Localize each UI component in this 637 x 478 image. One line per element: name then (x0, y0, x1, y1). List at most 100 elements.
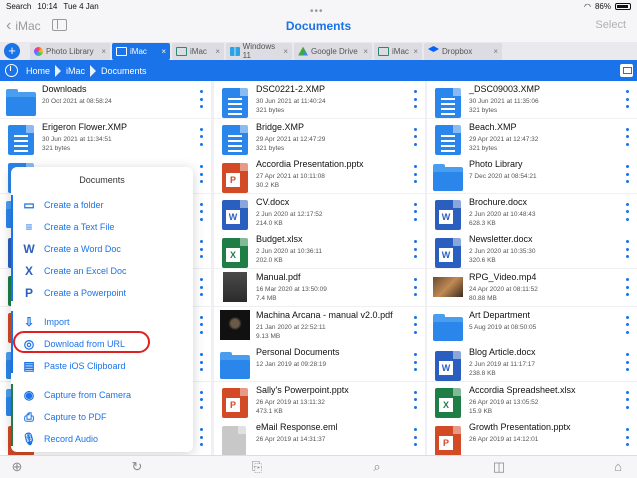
home-icon[interactable]: ⌂ (611, 460, 625, 474)
tab-5[interactable]: iMac × (374, 42, 422, 60)
menu-item-create-an-excel-doc[interactable]: X Create an Excel Doc (21, 262, 127, 280)
file-item[interactable]: Beach.XMP 29 Apr 2021 at 12:47:32 321 byte… (427, 118, 637, 156)
more-options-icon[interactable] (199, 127, 203, 146)
more-options-icon[interactable] (625, 127, 629, 146)
photos-icon (34, 46, 43, 56)
more-options-icon[interactable] (625, 202, 629, 221)
more-options-icon[interactable] (413, 127, 417, 146)
close-tab-icon[interactable]: × (161, 47, 166, 56)
close-tab-icon[interactable]: × (101, 47, 106, 56)
menu-item-create-a-folder[interactable]: ▭ Create a folder (21, 196, 103, 214)
file-size: 9.13 MB (256, 332, 281, 340)
file-item[interactable]: W Newsletter.docx 2 Jun 2020 at 10:35:30 32… (427, 231, 637, 269)
file-item[interactable]: P Accordia Presentation.pptx 27 Apr 2021 a… (214, 156, 425, 194)
menu-item-import[interactable]: ⇩ Import (21, 313, 70, 331)
more-options-icon[interactable] (199, 165, 203, 184)
more-options-icon[interactable] (413, 315, 417, 334)
search-icon[interactable]: ⌕ (370, 460, 384, 474)
menu-item-record-audio[interactable]: 🎙 Record Audio (21, 430, 98, 448)
bookmark-icon[interactable]: ⎘ (250, 460, 264, 474)
file-item[interactable]: W Blog Article.docx 2 Jun 2019 at 11:17:17… (427, 344, 637, 382)
more-options-icon[interactable] (625, 353, 629, 372)
breadcrumb-documents[interactable]: Documents (101, 66, 147, 76)
more-options-icon[interactable] (413, 90, 417, 108)
menu-item-capture-to-pdf[interactable]: ⎙ Capture to PDF (21, 408, 106, 426)
more-options-icon[interactable] (413, 202, 417, 221)
tab-1[interactable]: iMac × (112, 42, 170, 60)
file-item[interactable]: W CV.docx 2 Jun 2020 at 12:17:52 214.0 KB (214, 193, 425, 231)
file-item[interactable]: Manual.pdf 16 Mar 2020 at 13:50:09 7.4 MB (214, 269, 425, 306)
file-item[interactable]: Erigeron Flower.XMP 30 Jun 2021 at 11:34:… (0, 118, 211, 156)
more-options-icon[interactable] (413, 240, 417, 259)
more-options-icon[interactable] (199, 390, 203, 409)
sidebar-toggle-icon[interactable] (52, 19, 67, 31)
refresh-icon[interactable]: ↻ (130, 460, 144, 474)
breadcrumb-home[interactable]: Home (26, 66, 50, 76)
file-item[interactable]: X Budget.xlsx 2 Jun 2020 at 10:36:11 202.0 … (214, 231, 425, 269)
more-options-icon[interactable] (413, 353, 417, 372)
view-options-icon[interactable] (620, 64, 633, 77)
menu-item-create-a-powerpoint[interactable]: P Create a Powerpoint (21, 284, 126, 302)
breadcrumb-imac[interactable]: iMac (66, 66, 85, 76)
more-options-icon[interactable] (625, 428, 629, 447)
status-search[interactable]: Search (6, 2, 31, 11)
more-options-icon[interactable] (625, 390, 629, 409)
more-options-icon[interactable] (199, 428, 203, 447)
more-options-icon[interactable] (625, 278, 629, 296)
file-item[interactable]: _DSC09003.XMP 30 Jun 2021 at 11:35:06 321 … (427, 81, 637, 118)
menu-item-paste-ios-clipboard[interactable]: ▤ Paste iOS Clipboard (21, 357, 125, 375)
more-options-icon[interactable] (413, 278, 417, 296)
file-item[interactable]: Bridge.XMP 29 Apr 2021 at 12:47:29 321 byt… (214, 118, 425, 156)
more-options-icon[interactable] (199, 278, 203, 296)
add-tab-button[interactable]: + (4, 43, 20, 59)
menu-item-capture-from-camera[interactable]: ◉ Capture from Camera (21, 386, 131, 404)
split-view-icon[interactable]: ◫ (492, 460, 506, 474)
tab-3[interactable]: Windows 11 × (226, 42, 292, 60)
close-tab-icon[interactable]: × (215, 47, 220, 56)
file-item[interactable]: Photo Library 7 Dec 2020 at 08:54:21 (427, 156, 637, 194)
more-options-icon[interactable] (625, 165, 629, 184)
file-item[interactable]: Downloads 20 Oct 2021 at 08:58:24 (0, 81, 211, 118)
more-options-icon[interactable] (413, 428, 417, 447)
tab-2[interactable]: iMac × (172, 42, 224, 60)
close-tab-icon[interactable]: × (413, 47, 418, 56)
file-item[interactable]: P Growth Presentation.pptx 26 Apr 2019 at … (427, 419, 637, 457)
more-options-icon[interactable] (199, 202, 203, 221)
file-item[interactable]: Machina Arcana - manual v2.0.pdf 21 Jan 2… (214, 306, 425, 344)
close-tab-icon[interactable]: × (283, 47, 288, 56)
ppt-badge-icon: P (439, 435, 453, 450)
more-options-icon[interactable] (413, 165, 417, 184)
more-options-icon[interactable] (199, 90, 203, 108)
close-tab-icon[interactable]: × (493, 47, 498, 56)
more-options-icon[interactable] (199, 353, 203, 372)
more-options-icon[interactable] (199, 315, 203, 334)
menu-item-create-a-word-doc[interactable]: W Create a Word Doc (21, 240, 121, 258)
menu-item-create-a-text-file[interactable]: ≡ Create a Text File (21, 218, 114, 236)
tab-4[interactable]: Google Drive × (294, 42, 372, 60)
file-item[interactable]: Personal Documents 12 Jan 2019 at 09:28:1… (214, 344, 425, 382)
file-item[interactable]: eMail Response.eml 26 Apr 2019 at 14:31:3… (214, 419, 425, 457)
file-name: RPG_Video.mp4 (469, 272, 537, 282)
more-options-icon[interactable] (413, 390, 417, 409)
tab-0[interactable]: Photo Library × (30, 42, 110, 60)
multitasking-dots-icon[interactable]: ••• (310, 6, 324, 17)
select-button[interactable]: Select (595, 19, 626, 31)
more-options-icon[interactable] (625, 240, 629, 259)
file-item[interactable]: P Sally's Powerpoint.pptx 26 Apr 2019 at 1… (214, 381, 425, 419)
file-item[interactable]: W Brochure.docx 2 Jun 2020 at 10:48:43 628.… (427, 193, 637, 231)
close-tab-icon[interactable]: × (363, 47, 368, 56)
more-options-icon[interactable] (625, 90, 629, 108)
back-button[interactable]: ‹ iMac (6, 18, 41, 34)
add-icon[interactable]: ⊕ (10, 460, 24, 474)
history-icon[interactable] (5, 64, 18, 77)
more-options-icon[interactable] (625, 315, 629, 334)
file-date: 2 Jun 2020 at 10:35:30 (469, 248, 536, 256)
more-options-icon[interactable] (199, 240, 203, 259)
tab-6[interactable]: Dropbox × (424, 42, 502, 60)
file-item[interactable]: Art Department 5 Aug 2019 at 08:50:05 (427, 306, 637, 344)
file-item[interactable]: DSC0221-2.XMP 30 Jun 2021 at 11:40:24 321 … (214, 81, 425, 118)
breadcrumb: Home iMac Documents (0, 60, 637, 81)
file-item[interactable]: X Accordia Spreadsheet.xlsx 26 Apr 2019 at… (427, 381, 637, 419)
file-date: 2 Jun 2020 at 10:48:43 (469, 210, 536, 218)
file-item[interactable]: RPG_Video.mp4 24 Apr 2020 at 08:11:52 80.8… (427, 269, 637, 306)
